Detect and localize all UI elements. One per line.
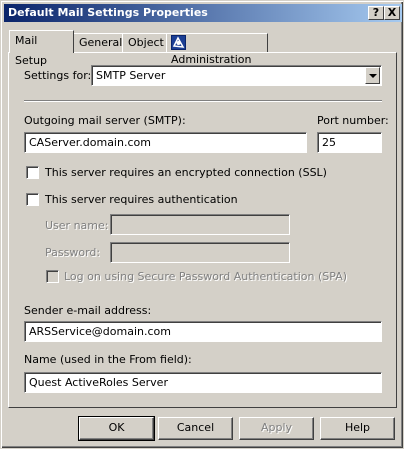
- close-title-button[interactable]: X: [384, 6, 400, 20]
- ssl-checkbox[interactable]: [26, 166, 39, 179]
- window-title: Default Mail Settings Properties: [8, 6, 208, 19]
- separator: [24, 100, 382, 102]
- tab-object-label: Object: [128, 36, 164, 49]
- auth-checkbox[interactable]: [26, 193, 39, 206]
- tab-general-label: General: [79, 36, 123, 49]
- title-bar[interactable]: Default Mail Settings Properties ? X: [4, 4, 402, 22]
- sender-email-label: Sender e-mail address:: [24, 304, 152, 317]
- outgoing-server-label: Outgoing mail server (SMTP):: [24, 114, 186, 127]
- sender-email-input[interactable]: ARSService@domain.com: [24, 321, 382, 342]
- username-label: User name:: [45, 219, 109, 232]
- tab-object[interactable]: Object: [122, 33, 167, 52]
- sender-name-label: Name (used in the From field):: [24, 353, 192, 366]
- help-button[interactable]: Help: [320, 417, 395, 440]
- tab-general[interactable]: General: [73, 33, 123, 52]
- port-number-input[interactable]: 25: [317, 132, 382, 153]
- password-input[interactable]: [110, 242, 290, 263]
- spa-label[interactable]: Log on using Secure Password Authenticat…: [64, 270, 347, 283]
- administration-icon: [171, 34, 186, 50]
- cancel-button[interactable]: Cancel: [158, 417, 233, 440]
- help-title-button[interactable]: ?: [368, 6, 384, 20]
- auth-label[interactable]: This server requires authentication: [45, 193, 238, 206]
- settings-for-select[interactable]: SMTP Server: [91, 65, 382, 86]
- apply-button[interactable]: Apply: [239, 417, 314, 440]
- outgoing-server-input[interactable]: CAServer.domain.com: [24, 132, 307, 153]
- tab-administration[interactable]: Administration: [166, 33, 268, 66]
- password-label: Password:: [45, 246, 101, 259]
- settings-for-value: SMTP Server: [96, 69, 166, 82]
- username-input[interactable]: [110, 214, 290, 235]
- ssl-label[interactable]: This server requires an encrypted connec…: [45, 166, 327, 179]
- tab-mail-setup-label: Mail Setup: [15, 34, 48, 67]
- properties-dialog: Default Mail Settings Properties ? X Mai…: [0, 0, 404, 449]
- spa-checkbox[interactable]: [46, 270, 59, 283]
- mail-setup-panel: Settings for: SMTP Server Outgoing mail …: [8, 52, 397, 408]
- ok-button[interactable]: OK: [78, 416, 155, 441]
- sender-name-input[interactable]: Quest ActiveRoles Server: [24, 372, 382, 393]
- chevron-down-icon[interactable]: [365, 67, 380, 84]
- tab-mail-setup[interactable]: Mail Setup: [9, 30, 74, 67]
- port-number-label: Port number:: [317, 114, 389, 127]
